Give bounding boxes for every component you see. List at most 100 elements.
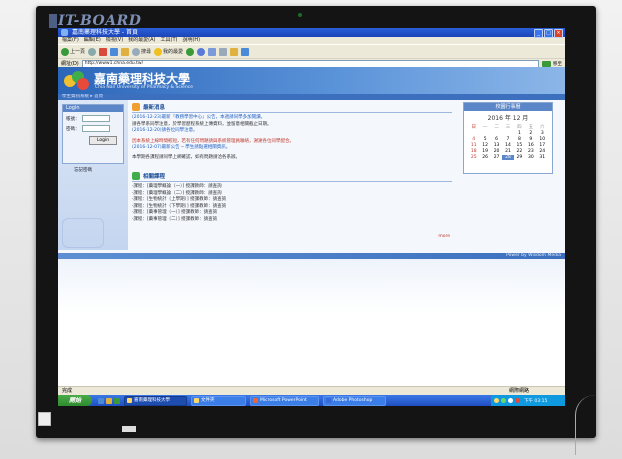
calendar-weekday: 二	[494, 125, 499, 130]
calendar-day[interactable]: 29	[514, 155, 525, 160]
search-button[interactable]: 搜尋	[132, 47, 151, 56]
calendar-day[interactable]: 3	[537, 131, 548, 136]
calendar-day[interactable]: 23	[525, 149, 536, 154]
system-tray: 下午 03:15	[491, 395, 565, 406]
star-icon	[154, 47, 163, 56]
calendar-day[interactable]: 22	[514, 149, 525, 154]
power-led	[298, 13, 302, 17]
calendar-day[interactable]: 27	[491, 155, 502, 160]
folder-quicklaunch-icon[interactable]	[106, 397, 112, 404]
calendar-day[interactable]: 18	[468, 149, 479, 154]
history-icon[interactable]	[197, 47, 206, 56]
calendar-weekday: 一	[482, 125, 488, 130]
calendar-weekday: 日	[471, 125, 476, 130]
print-icon[interactable]	[219, 47, 228, 56]
calendar-day[interactable]: 21	[502, 149, 513, 154]
calendar-day[interactable]: 19	[479, 149, 490, 154]
messenger-icon[interactable]	[241, 47, 250, 56]
calendar-day[interactable]: 11	[468, 143, 479, 148]
maximize-icon[interactable]: □	[544, 29, 553, 38]
menu-edit[interactable]: 編輯(E)	[84, 37, 101, 44]
menu-file[interactable]: 檔案(F)	[62, 37, 79, 44]
calendar-day[interactable]: 12	[479, 143, 490, 148]
calendar-day[interactable]: 31	[537, 155, 548, 160]
network-icon[interactable]	[494, 398, 499, 403]
task-browser[interactable]: 嘉南藥理科技大學	[124, 395, 187, 406]
calendar-day[interactable]: 26	[479, 155, 490, 160]
calendar-day[interactable]: 15	[514, 143, 525, 148]
calendar-day[interactable]: 6	[491, 137, 502, 142]
calendar-day[interactable]: 9	[525, 137, 536, 142]
close-icon[interactable]: ×	[554, 29, 563, 38]
more-link[interactable]: more	[438, 234, 450, 239]
calendar-day[interactable]: 1	[514, 131, 525, 136]
calendar-day[interactable]: 24	[537, 149, 548, 154]
refresh-icon[interactable]	[110, 47, 119, 56]
menu-tools[interactable]: 工具(T)	[161, 37, 178, 44]
left-sidebar: Login 帳號： 密碼： Login 忘記密碼	[58, 100, 128, 250]
calendar-day[interactable]: 7	[502, 137, 513, 142]
page-content: 嘉南藥理科技大學 Chia Nan University of Pharmacy…	[58, 67, 565, 395]
forward-arrow-icon[interactable]	[88, 47, 97, 56]
home-icon[interactable]	[121, 47, 130, 56]
volume-icon[interactable]	[508, 398, 513, 403]
calendar-day[interactable]: 28	[502, 155, 514, 160]
site-subtitle: Chia Nan University of Pharmacy & Scienc…	[95, 85, 193, 90]
start-button[interactable]: 開始	[58, 395, 92, 406]
calendar-day[interactable]: 5	[479, 137, 490, 142]
calendar-day[interactable]: 2	[525, 131, 536, 136]
monitor-sticker	[38, 412, 51, 426]
favorites-button[interactable]: 我的最愛	[154, 47, 183, 56]
calendar-day[interactable]: 16	[525, 143, 536, 148]
calendar-day[interactable]: 20	[491, 149, 502, 154]
menu-help[interactable]: 說明(H)	[182, 37, 200, 44]
go-button[interactable]: 移至	[553, 61, 562, 67]
task-folder[interactable]: 文件夾	[191, 395, 246, 406]
ie-quicklaunch-icon[interactable]	[98, 397, 104, 404]
news-heading: 最新消息	[143, 105, 166, 111]
back-button[interactable]: 上一頁	[61, 47, 85, 56]
task-powerpoint[interactable]: Microsoft PowerPoint	[250, 395, 319, 406]
course-heading: 相關課程	[143, 174, 166, 180]
news-list: (2016-12-23)最新『教務學習中心』公告，本週請同學多加閱讀。 請各學系…	[132, 115, 452, 161]
course-item[interactable]: ‧課程：[藥事管理（二）] 授課教師：請查詢	[132, 217, 452, 224]
calendar-day[interactable]: 8	[514, 137, 525, 142]
course-list: ‧課程：[藥理學概論（一）] 授課教師：請查詢 ‧課程：[藥理學概論（二）] 授…	[132, 184, 452, 223]
clock: 下午 03:15	[524, 398, 548, 404]
media-quicklaunch-icon[interactable]	[114, 397, 120, 404]
folder-icon[interactable]	[230, 47, 239, 56]
username-input[interactable]	[81, 115, 110, 122]
browser-task-icon	[127, 397, 132, 403]
calendar-day[interactable]: 17	[537, 143, 548, 148]
powerpoint-task-icon	[253, 397, 258, 403]
go-arrow-icon[interactable]	[542, 60, 551, 67]
update-icon[interactable]	[515, 398, 520, 403]
calendar-header: 校園行事曆	[464, 103, 552, 111]
calendar-day	[491, 131, 502, 136]
calendar-day[interactable]: 14	[502, 143, 513, 148]
login-header: Login	[63, 105, 123, 112]
password-input[interactable]	[81, 125, 110, 132]
quick-launch	[98, 397, 120, 404]
back-arrow-icon	[61, 47, 69, 56]
stop-icon[interactable]	[99, 47, 108, 56]
calendar-day[interactable]: 10	[537, 137, 548, 142]
calendar-day[interactable]: 4	[468, 137, 479, 142]
window-titlebar[interactable]: 嘉南藥理科技大學 - 首頁 _ □ ×	[58, 28, 565, 38]
calendar-day[interactable]: 25	[468, 155, 479, 160]
antivirus-icon[interactable]	[501, 398, 506, 403]
menu-view[interactable]: 檢視(V)	[106, 37, 123, 44]
menu-favorites[interactable]: 我的最愛(A)	[128, 37, 155, 44]
mail-icon[interactable]	[208, 47, 217, 56]
calendar-day	[479, 131, 490, 136]
minimize-icon[interactable]: _	[534, 29, 543, 38]
calendar-weekday: 四	[517, 125, 522, 130]
login-button[interactable]: Login	[89, 136, 117, 145]
cable	[575, 395, 616, 455]
media-icon[interactable]	[186, 47, 195, 56]
calendar-day[interactable]: 13	[491, 143, 502, 148]
calendar-day[interactable]: 30	[525, 155, 536, 160]
browser-toolbar: 上一頁 搜尋 我的最愛	[58, 44, 565, 58]
forgot-password-link[interactable]: 忘記密碼	[74, 167, 92, 173]
task-photoshop[interactable]: Adobe Photoshop	[323, 395, 386, 406]
